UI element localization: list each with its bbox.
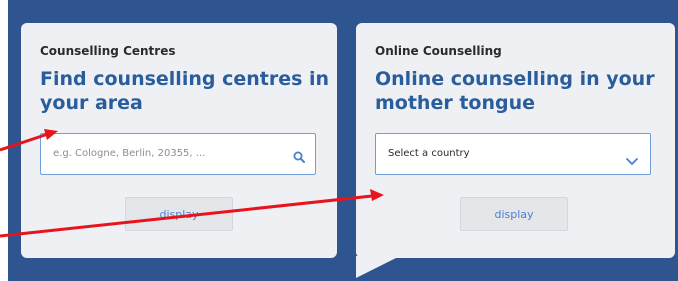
card-eyebrow: Counselling Centres	[40, 44, 176, 58]
card-headline: Online counselling in your mother tongue	[375, 68, 655, 114]
card-headline: Find counselling centres in your area	[40, 68, 330, 114]
counselling-centres-card: Counselling Centres Find counselling cen…	[21, 23, 337, 258]
display-button[interactable]: display	[125, 197, 233, 231]
display-button[interactable]: display	[460, 197, 568, 231]
chevron-down-icon[interactable]	[626, 151, 638, 170]
search-icon[interactable]	[293, 148, 305, 167]
online-counselling-card: Online Counselling Online counselling in…	[356, 23, 675, 278]
country-select[interactable]: Select a country	[375, 133, 651, 175]
country-select-value: Select a country	[388, 148, 470, 159]
location-search-placeholder: e.g. Cologne, Berlin, 20355, ...	[53, 148, 206, 159]
location-search-input[interactable]: e.g. Cologne, Berlin, 20355, ...	[40, 133, 316, 175]
card-eyebrow: Online Counselling	[375, 44, 502, 58]
